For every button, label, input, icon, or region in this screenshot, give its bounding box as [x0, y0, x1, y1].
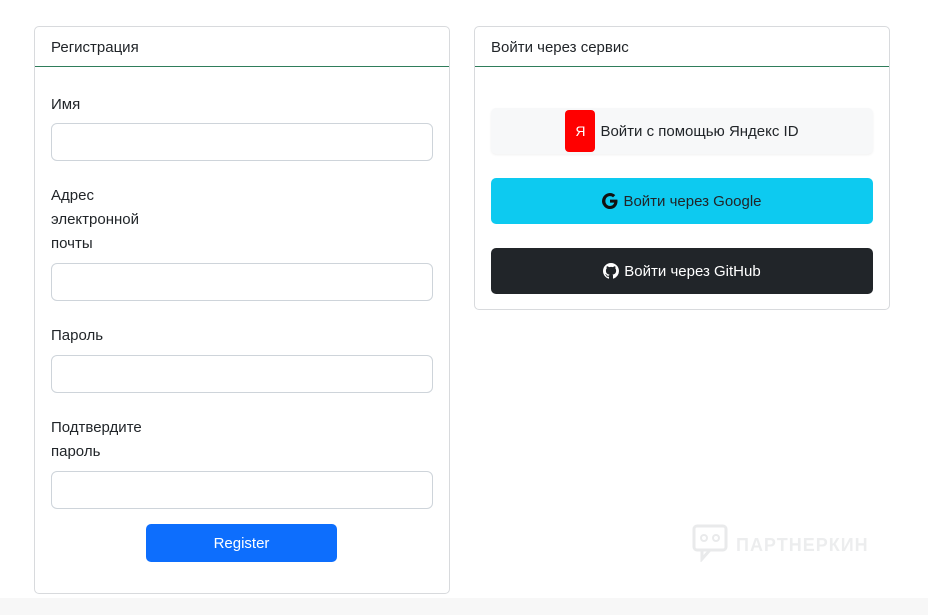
yandex-login-label: Войти с помощью Яндекс ID	[600, 122, 799, 140]
login-services-card: Войти через сервис Я Войти с помощью Янд…	[474, 26, 890, 310]
email-input[interactable]	[51, 263, 433, 301]
yandex-login-button[interactable]: Я Войти с помощью Яндекс ID	[491, 108, 873, 154]
github-login-label: Войти через GitHub	[624, 262, 761, 280]
google-login-label: Войти через Google	[623, 192, 762, 210]
password-label: Пароль	[51, 327, 104, 344]
register-button[interactable]: Register	[146, 524, 337, 562]
password-input[interactable]	[51, 355, 433, 393]
registration-card: Регистрация Имя Адрес электронной почты …	[34, 26, 450, 594]
watermark: ПАРТНЕРКИН	[692, 524, 869, 567]
confirm-password-input[interactable]	[51, 471, 433, 509]
github-icon	[603, 263, 620, 279]
google-icon	[602, 193, 618, 209]
watermark-text: ПАРТНЕРКИН	[736, 535, 869, 555]
google-login-button[interactable]: Войти через Google	[491, 178, 873, 224]
yandex-icon: Я	[565, 110, 596, 152]
watermark-chat-icon	[692, 524, 728, 567]
name-input[interactable]	[51, 123, 433, 161]
email-label: Адрес электронной почты	[51, 187, 139, 252]
name-label: Имя	[51, 96, 81, 113]
github-login-button[interactable]: Войти через GitHub	[491, 248, 873, 294]
registration-card-header: Регистрация	[35, 27, 449, 67]
page-footer-strip	[0, 598, 928, 615]
login-services-card-header: Войти через сервис	[475, 27, 889, 67]
confirm-password-label: Подтвердите пароль	[51, 419, 142, 460]
